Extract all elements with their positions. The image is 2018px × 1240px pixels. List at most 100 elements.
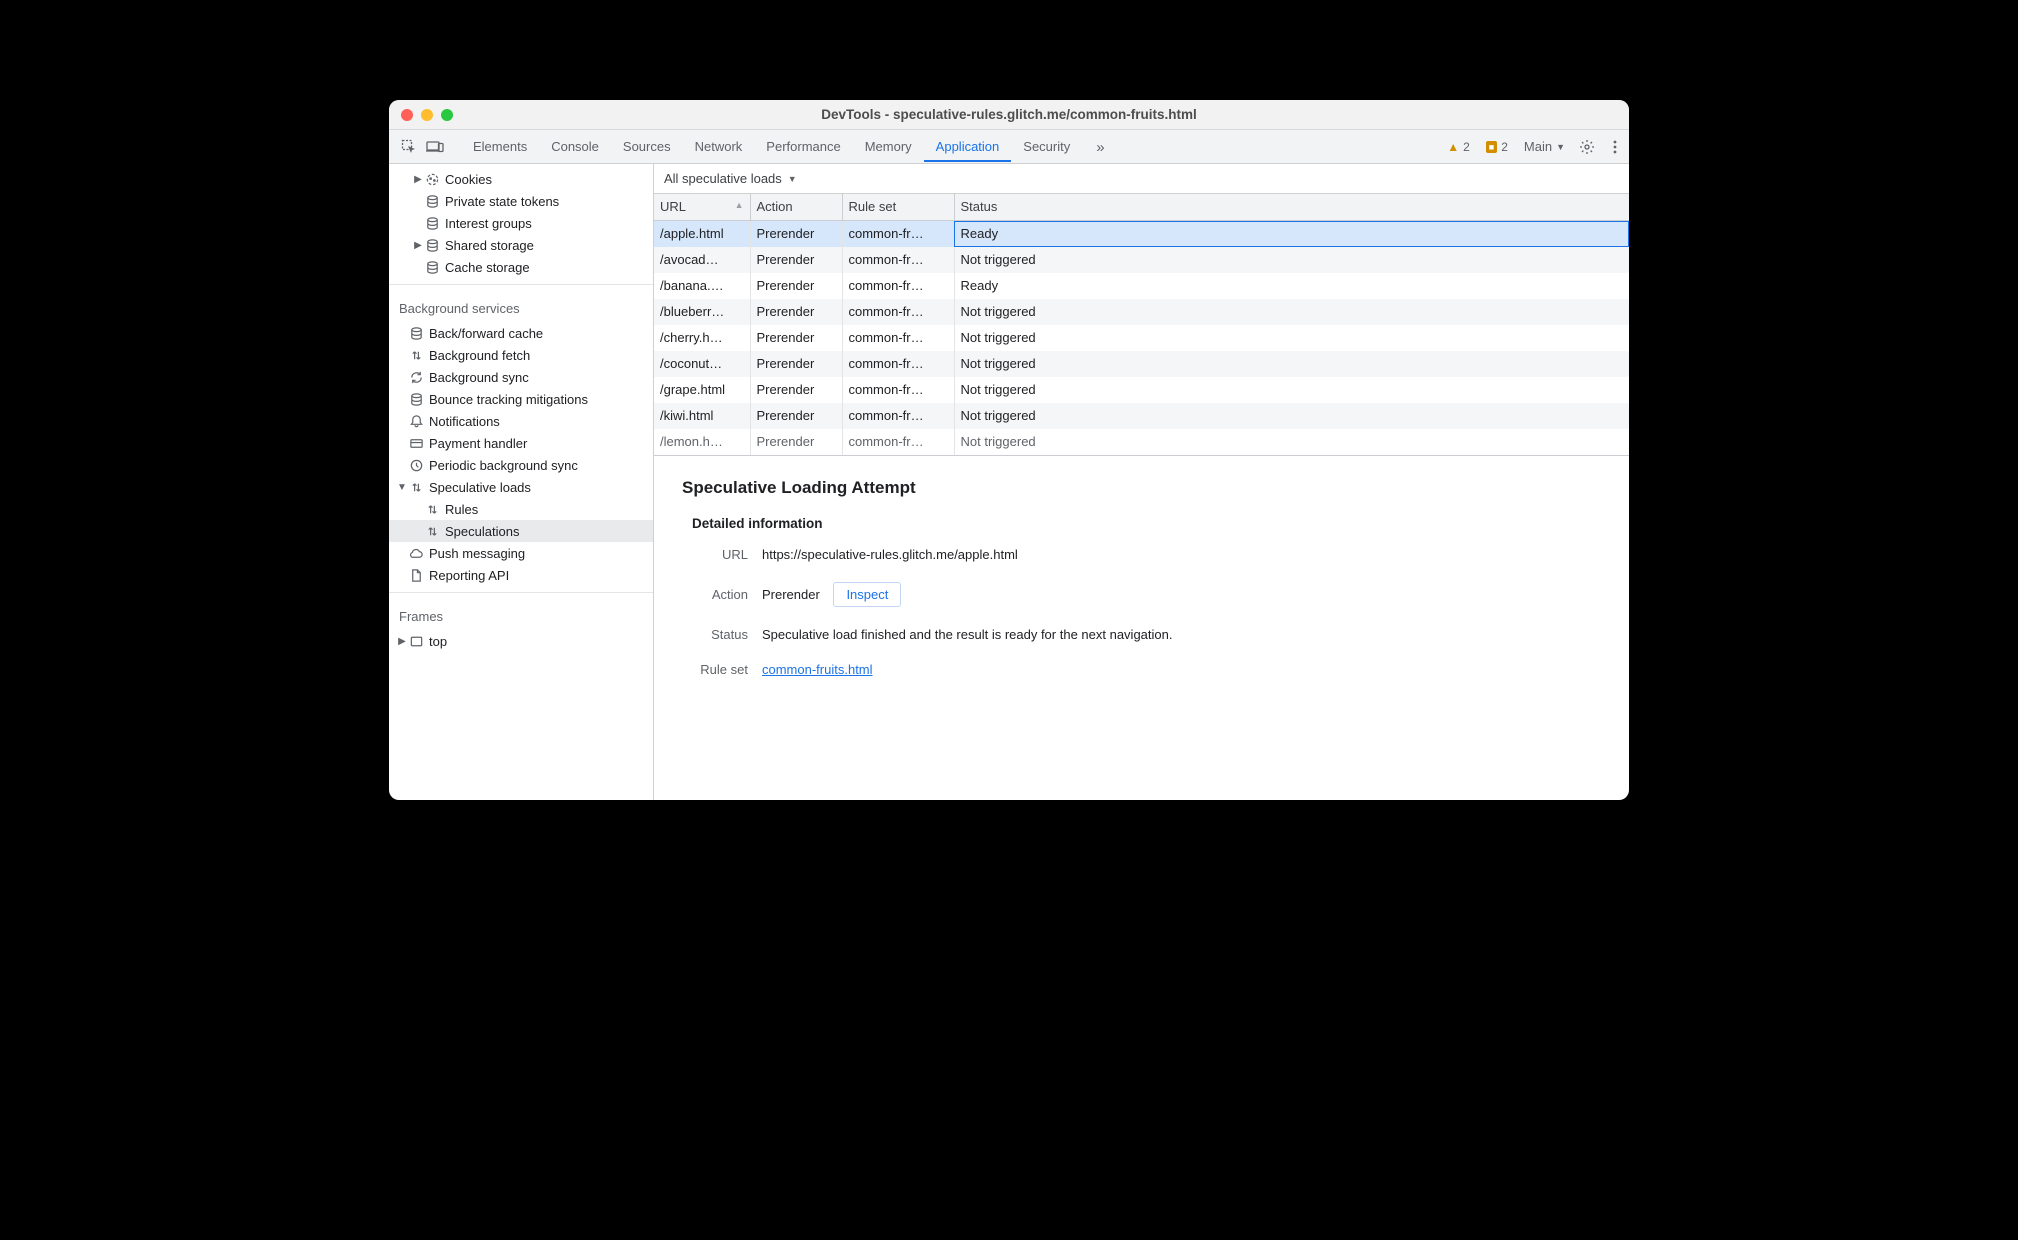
- col-status[interactable]: Status: [954, 194, 1629, 220]
- tab-memory[interactable]: Memory: [853, 131, 924, 162]
- table-row[interactable]: /banana.…Prerendercommon-fr…Ready: [654, 273, 1629, 299]
- chevron-right-icon: ▶: [397, 636, 407, 647]
- table-row[interactable]: /lemon.h…Prerendercommon-fr…Not triggere…: [654, 429, 1629, 455]
- cell-action: Prerender: [750, 403, 842, 429]
- speculation-details: Speculative Loading Attempt Detailed inf…: [654, 456, 1629, 801]
- warning-icon: ▲: [1447, 140, 1459, 154]
- table-row[interactable]: /kiwi.htmlPrerendercommon-fr…Not trigger…: [654, 403, 1629, 429]
- sidebar-item-label: Cookies: [445, 172, 492, 187]
- issues-count: 2: [1501, 140, 1508, 154]
- sidebar-item-periodic-background-sync[interactable]: Periodic background sync: [389, 454, 653, 476]
- sidebar-item-cache-storage[interactable]: Cache storage: [389, 256, 653, 278]
- table-row[interactable]: /coconut…Prerendercommon-fr…Not triggere…: [654, 351, 1629, 377]
- sidebar-item-private-state-tokens[interactable]: Private state tokens: [389, 190, 653, 212]
- cell-status: Not triggered: [954, 377, 1629, 403]
- speculations-table: URL▲ Action Rule set Status /apple.htmlP…: [654, 194, 1629, 456]
- table-row[interactable]: /avocad…Prerendercommon-fr…Not triggered: [654, 247, 1629, 273]
- table-row[interactable]: /cherry.h…Prerendercommon-fr…Not trigger…: [654, 325, 1629, 351]
- sidebar-item-label: Notifications: [429, 414, 500, 429]
- cell-url: /kiwi.html: [654, 403, 750, 429]
- window-titlebar: DevTools - speculative-rules.glitch.me/c…: [389, 100, 1629, 130]
- doc-icon: [407, 568, 425, 583]
- sidebar-item-payment-handler[interactable]: Payment handler: [389, 432, 653, 454]
- table-row[interactable]: /apple.htmlPrerendercommon-fr…Ready: [654, 221, 1629, 247]
- sidebar-item-speculations[interactable]: Speculations: [389, 520, 653, 542]
- speculations-filter-dropdown[interactable]: All speculative loads ▼: [664, 171, 797, 186]
- sidebar-item-reporting-api[interactable]: Reporting API: [389, 564, 653, 586]
- panel-body: ▶CookiesPrivate state tokensInterest gro…: [389, 164, 1629, 800]
- filter-label: All speculative loads: [664, 171, 782, 186]
- col-action[interactable]: Action: [750, 194, 842, 220]
- application-sidebar[interactable]: ▶CookiesPrivate state tokensInterest gro…: [389, 164, 654, 800]
- sidebar-item-label: Speculative loads: [429, 480, 531, 495]
- sidebar-item-background-fetch[interactable]: Background fetch: [389, 344, 653, 366]
- sidebar-item-label: Back/forward cache: [429, 326, 543, 341]
- sidebar-item-label: Payment handler: [429, 436, 527, 451]
- sidebar-item-push-messaging[interactable]: Push messaging: [389, 542, 653, 564]
- tabs-overflow[interactable]: »: [1084, 131, 1116, 163]
- sidebar-item-label: Background fetch: [429, 348, 530, 363]
- details-subheading: Detailed information: [692, 516, 1611, 531]
- chevron-down-icon: ▼: [788, 174, 797, 184]
- more-icon[interactable]: [1609, 139, 1621, 155]
- tab-console[interactable]: Console: [539, 131, 611, 162]
- sidebar-item-notifications[interactable]: Notifications: [389, 410, 653, 432]
- inspect-element-icon[interactable]: [397, 135, 421, 159]
- cell-ruleset: common-fr…: [842, 325, 954, 351]
- tab-performance[interactable]: Performance: [754, 131, 852, 162]
- details-url-label: URL: [682, 547, 748, 562]
- inspect-button[interactable]: Inspect: [833, 582, 901, 607]
- cell-url: /avocad…: [654, 247, 750, 273]
- minimize-icon[interactable]: [421, 109, 433, 121]
- cell-ruleset: common-fr…: [842, 351, 954, 377]
- updown-icon: [407, 348, 425, 363]
- tab-network[interactable]: Network: [683, 131, 755, 162]
- cell-url: /apple.html: [654, 221, 750, 247]
- sidebar-separator: [389, 592, 653, 593]
- sidebar-item-speculative-loads[interactable]: ▼Speculative loads: [389, 476, 653, 498]
- sidebar-heading-frames: Frames: [389, 599, 653, 630]
- db-icon: [407, 326, 425, 341]
- sort-asc-icon: ▲: [735, 200, 744, 210]
- sidebar-item-shared-storage[interactable]: ▶Shared storage: [389, 234, 653, 256]
- issues-badge[interactable]: ■ 2: [1486, 140, 1508, 154]
- device-toolbar-icon[interactable]: [423, 135, 447, 159]
- tab-security[interactable]: Security: [1011, 131, 1082, 162]
- clock-icon: [407, 458, 425, 473]
- sidebar-item-label: Push messaging: [429, 546, 525, 561]
- sidebar-item-interest-groups[interactable]: Interest groups: [389, 212, 653, 234]
- sidebar-item-label: Shared storage: [445, 238, 534, 253]
- details-ruleset-link[interactable]: common-fruits.html: [762, 662, 873, 677]
- cell-status: Not triggered: [954, 429, 1629, 455]
- warnings-badge[interactable]: ▲ 2: [1447, 140, 1470, 154]
- close-icon[interactable]: [401, 109, 413, 121]
- sidebar-item-label: Speculations: [445, 524, 519, 539]
- sidebar-item-cookies[interactable]: ▶Cookies: [389, 168, 653, 190]
- tab-sources[interactable]: Sources: [611, 131, 683, 162]
- table-row[interactable]: /grape.htmlPrerendercommon-fr…Not trigge…: [654, 377, 1629, 403]
- sidebar-item-back-forward-cache[interactable]: Back/forward cache: [389, 322, 653, 344]
- settings-icon[interactable]: [1575, 139, 1599, 155]
- sidebar-item-background-sync[interactable]: Background sync: [389, 366, 653, 388]
- sidebar-item-bounce-tracking-mitigations[interactable]: Bounce tracking mitigations: [389, 388, 653, 410]
- maximize-icon[interactable]: [441, 109, 453, 121]
- chevron-down-icon: ▼: [1556, 142, 1565, 152]
- target-selector[interactable]: Main ▼: [1524, 139, 1565, 154]
- db-icon: [423, 260, 441, 275]
- col-url[interactable]: URL▲: [654, 194, 750, 220]
- tabbar-right: ▲ 2 ■ 2 Main ▼: [1447, 139, 1621, 155]
- cell-ruleset: common-fr…: [842, 273, 954, 299]
- sidebar-item-rules[interactable]: Rules: [389, 498, 653, 520]
- sidebar-item-label: Interest groups: [445, 216, 532, 231]
- col-ruleset[interactable]: Rule set: [842, 194, 954, 220]
- speculations-filterbar: All speculative loads ▼: [654, 164, 1629, 194]
- db-icon: [407, 392, 425, 407]
- cell-status: Ready: [954, 273, 1629, 299]
- sidebar-item-top[interactable]: ▶top: [389, 630, 653, 652]
- table-row[interactable]: /blueberr…Prerendercommon-fr…Not trigger…: [654, 299, 1629, 325]
- cell-url: /blueberr…: [654, 299, 750, 325]
- cell-ruleset: common-fr…: [842, 429, 954, 455]
- tab-elements[interactable]: Elements: [461, 131, 539, 162]
- cell-ruleset: common-fr…: [842, 377, 954, 403]
- tab-application[interactable]: Application: [924, 131, 1012, 162]
